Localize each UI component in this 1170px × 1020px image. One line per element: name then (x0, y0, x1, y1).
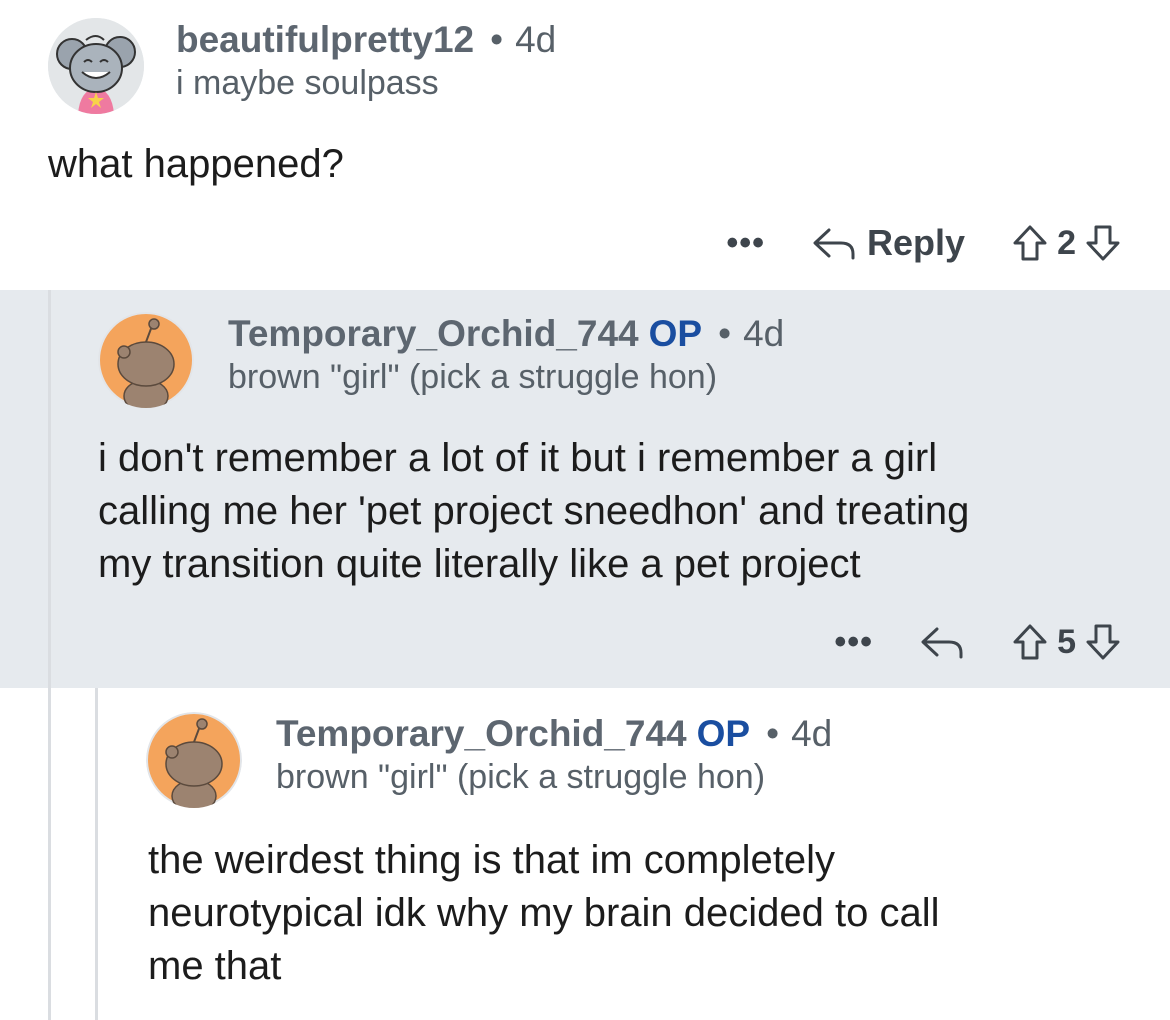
user-flair: i maybe soulpass (176, 64, 439, 102)
reply-label: Reply (867, 222, 966, 263)
vote-score: 5 (1057, 622, 1076, 661)
meta-separator: • (718, 313, 732, 354)
comment-author[interactable]: Temporary_Orchid_744 (228, 313, 639, 354)
comment-body-line: calling me her 'pet project sneedhon' an… (98, 489, 970, 533)
comment-body-line: i don't remember a lot of it but i remem… (98, 436, 938, 480)
meta-separator: • (766, 713, 780, 754)
vote-controls: 2 (1011, 223, 1122, 263)
comment-body-line: me that (148, 944, 282, 988)
thread-line[interactable] (95, 688, 98, 1020)
op-badge: OP (696, 713, 751, 754)
downvote-arrow-icon[interactable] (1084, 622, 1122, 662)
comment-2: Temporary_Orchid_744 OP • 4d brown "girl" (… (0, 290, 1170, 688)
koala-avatar-icon (48, 18, 144, 114)
comment-author[interactable]: beautifulpretty12 (176, 19, 474, 60)
reply-arrow-icon (919, 623, 965, 661)
more-options-icon[interactable]: ••• (726, 226, 765, 260)
vote-controls: 5 (1011, 622, 1122, 662)
comment-body-line: my transition quite literally like a pet… (98, 542, 861, 586)
comment-body: the weirdest thing is that im completely… (148, 834, 1138, 993)
comment-author[interactable]: Temporary_Orchid_744 (276, 713, 687, 754)
thread-line[interactable] (48, 290, 51, 1020)
downvote-arrow-icon[interactable] (1084, 223, 1122, 263)
reply-arrow-icon (811, 224, 857, 262)
more-options-icon[interactable]: ••• (834, 625, 873, 659)
comment-age: 4d (791, 713, 833, 754)
comment-1: beautifulpretty12 • 4d i maybe soulpass wh… (0, 0, 1170, 290)
avatar-beautifulpretty12[interactable] (48, 18, 144, 114)
upvote-arrow-icon[interactable] (1011, 622, 1049, 662)
user-flair: brown "girl" (pick a struggle hon) (228, 358, 718, 396)
comment-age: 4d (743, 313, 785, 354)
comment-body-line: the weirdest thing is that im completely (148, 838, 835, 882)
meta-separator: • (490, 19, 504, 60)
snoo-avatar-icon (98, 312, 194, 408)
comment-age: 4d (515, 19, 557, 60)
op-badge: OP (648, 313, 703, 354)
reply-button[interactable]: Reply (811, 222, 965, 264)
comment-body: what happened? (48, 142, 344, 186)
comment-3: Temporary_Orchid_744 OP • 4d brown "girl" (… (0, 688, 1170, 1020)
avatar-temporary-orchid-744[interactable] (146, 712, 242, 808)
comment-body: i don't remember a lot of it but i remem… (98, 432, 1138, 591)
snoo-avatar-icon (146, 712, 242, 808)
user-flair: brown "girl" (pick a struggle hon) (276, 758, 766, 796)
avatar-temporary-orchid-744[interactable] (98, 312, 194, 408)
reply-button[interactable] (919, 623, 965, 661)
upvote-arrow-icon[interactable] (1011, 223, 1049, 263)
comment-body-line: neurotypical idk why my brain decided to… (148, 891, 940, 935)
vote-score: 2 (1057, 223, 1076, 262)
